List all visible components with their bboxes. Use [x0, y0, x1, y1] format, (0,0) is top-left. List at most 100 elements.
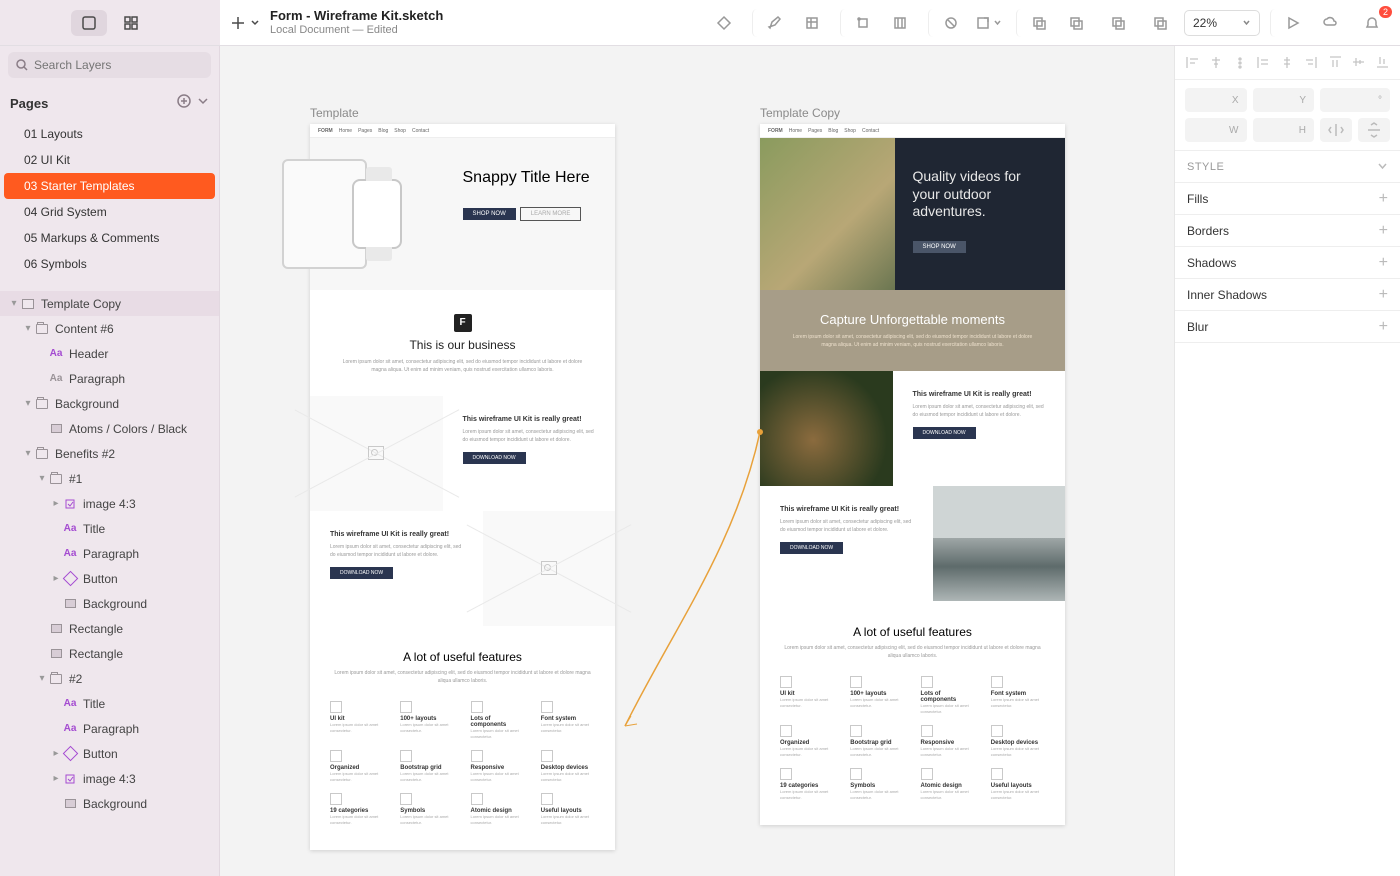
inspector-section[interactable]: Fills+ — [1175, 183, 1400, 215]
layer-row[interactable]: AaParagraph — [0, 716, 219, 741]
artboard-label[interactable]: Template — [310, 106, 359, 120]
inspector-section[interactable]: Blur+ — [1175, 311, 1400, 343]
benefit-row: This wireframe UI Kit is really great!Lo… — [310, 511, 615, 626]
artboard[interactable]: FORMHomePagesBlogShopContactSnappy Title… — [310, 124, 615, 850]
align-right-icon[interactable] — [1304, 55, 1319, 70]
layer-row[interactable]: AaHeader — [0, 341, 219, 366]
add-borders-button[interactable]: + — [1379, 222, 1388, 240]
difference-button[interactable] — [1142, 9, 1178, 37]
disclosure-triangle[interactable]: ▾ — [22, 448, 34, 459]
collapse-pages-button[interactable] — [197, 94, 209, 113]
layer-row[interactable]: ▾Benefits #2 — [0, 441, 219, 466]
subtract-button[interactable] — [1058, 9, 1094, 37]
disclosure-triangle[interactable]: ▾ — [22, 323, 34, 334]
disclosure-triangle[interactable]: ▸ — [50, 773, 62, 784]
edit-button[interactable] — [752, 9, 788, 37]
layer-row[interactable]: ▸Button — [0, 741, 219, 766]
disclosure-triangle[interactable]: ▸ — [50, 498, 62, 509]
flip-v-button[interactable] — [1358, 118, 1390, 142]
artboard[interactable]: FORMHomePagesBlogShopContactQuality vide… — [760, 124, 1065, 825]
h-field[interactable]: H — [1253, 118, 1315, 142]
layer-row[interactable]: Background — [0, 591, 219, 616]
create-symbol-button[interactable] — [706, 9, 742, 37]
align-top-icon[interactable] — [1328, 55, 1343, 70]
align-left2-icon[interactable] — [1256, 55, 1271, 70]
layer-row[interactable]: ▾Content #6 — [0, 316, 219, 341]
canvas-view-button[interactable] — [71, 10, 107, 36]
insert-button[interactable] — [230, 15, 260, 31]
flip-h-button[interactable] — [1320, 118, 1352, 142]
components-view-button[interactable] — [113, 10, 149, 36]
add-fills-button[interactable]: + — [1379, 190, 1388, 208]
shop-button[interactable]: SHOP NOW — [463, 208, 516, 220]
layer-row[interactable]: Rectangle — [0, 616, 219, 641]
transform-button[interactable] — [794, 9, 830, 37]
preview-button[interactable] — [1270, 9, 1306, 37]
layer-row[interactable]: AaTitle — [0, 516, 219, 541]
search-layers[interactable] — [8, 52, 211, 78]
inspector-section[interactable]: Borders+ — [1175, 215, 1400, 247]
disclosure-triangle[interactable]: ▸ — [50, 573, 62, 584]
union-button[interactable] — [1016, 9, 1052, 37]
distribute-v-icon[interactable] — [1233, 55, 1248, 70]
canvas[interactable]: Template FORMHomePagesBlogShopContactSnap… — [220, 46, 1174, 876]
add-inner-shadows-button[interactable]: + — [1379, 286, 1388, 304]
style-section-header[interactable]: STYLE — [1175, 151, 1400, 183]
layer-row[interactable]: AaTitle — [0, 691, 219, 716]
shop-button[interactable]: SHOP NOW — [913, 241, 966, 253]
learn-button[interactable]: LEARN MORE — [520, 207, 582, 221]
layer-row[interactable]: ▾#2 — [0, 666, 219, 691]
layer-row[interactable]: AaParagraph — [0, 541, 219, 566]
layer-row[interactable]: ▸image 4:3 — [0, 766, 219, 791]
x-field[interactable]: X — [1185, 88, 1247, 112]
page-item[interactable]: 04 Grid System — [0, 199, 219, 225]
feature-icon — [850, 725, 862, 737]
download-button[interactable]: DOWNLOAD NOW — [913, 427, 976, 439]
layer-row[interactable]: ▾Template Copy — [0, 291, 219, 316]
inspector-section[interactable]: Shadows+ — [1175, 247, 1400, 279]
layer-row[interactable]: ▾#1 — [0, 466, 219, 491]
page-item[interactable]: 02 UI Kit — [0, 147, 219, 173]
disclosure-triangle[interactable]: ▾ — [36, 473, 48, 484]
notifications-button[interactable]: 2 — [1354, 9, 1390, 37]
page-item[interactable]: 03 Starter Templates — [4, 173, 215, 199]
cloud-button[interactable] — [1312, 9, 1348, 37]
layer-row[interactable]: AaParagraph — [0, 366, 219, 391]
page-item[interactable]: 06 Symbols — [0, 251, 219, 277]
disclosure-triangle[interactable]: ▾ — [8, 298, 20, 309]
w-field[interactable]: W — [1185, 118, 1247, 142]
page-item[interactable]: 05 Markups & Comments — [0, 225, 219, 251]
layer-row[interactable]: Rectangle — [0, 641, 219, 666]
disclosure-triangle[interactable]: ▾ — [36, 673, 48, 684]
layer-row[interactable]: ▸image 4:3 — [0, 491, 219, 516]
intersect-button[interactable] — [1100, 9, 1136, 37]
align-middle-icon[interactable] — [1351, 55, 1366, 70]
add-blur-button[interactable]: + — [1379, 318, 1388, 336]
add-page-button[interactable] — [177, 94, 191, 113]
rotate-button[interactable] — [840, 9, 876, 37]
page-item[interactable]: 01 Layouts — [0, 121, 219, 147]
artboard-label[interactable]: Template Copy — [760, 106, 840, 120]
download-button[interactable]: DOWNLOAD NOW — [780, 542, 843, 554]
download-button[interactable]: DOWNLOAD NOW — [463, 452, 526, 464]
y-field[interactable]: Y — [1253, 88, 1315, 112]
disclosure-triangle[interactable]: ▸ — [50, 748, 62, 759]
zoom-select[interactable]: 22% — [1184, 10, 1260, 36]
layer-row[interactable]: ▾Background — [0, 391, 219, 416]
align-bottom-icon[interactable] — [1375, 55, 1390, 70]
inspector-section[interactable]: Inner Shadows+ — [1175, 279, 1400, 311]
layer-row[interactable]: ▸Button — [0, 566, 219, 591]
mask-button[interactable] — [928, 9, 964, 37]
align-left-icon[interactable] — [1185, 55, 1200, 70]
align-center-icon[interactable] — [1280, 55, 1295, 70]
download-button[interactable]: DOWNLOAD NOW — [330, 567, 393, 579]
add-shadows-button[interactable]: + — [1379, 254, 1388, 272]
align-center-h-icon[interactable] — [1209, 55, 1224, 70]
scale-button[interactable] — [970, 9, 1006, 37]
rotation-field[interactable]: ° — [1320, 88, 1390, 112]
disclosure-triangle[interactable]: ▾ — [22, 398, 34, 409]
search-input[interactable] — [34, 58, 203, 72]
layer-row[interactable]: Atoms / Colors / Black — [0, 416, 219, 441]
layer-row[interactable]: Background — [0, 791, 219, 816]
scissors-button[interactable] — [882, 9, 918, 37]
